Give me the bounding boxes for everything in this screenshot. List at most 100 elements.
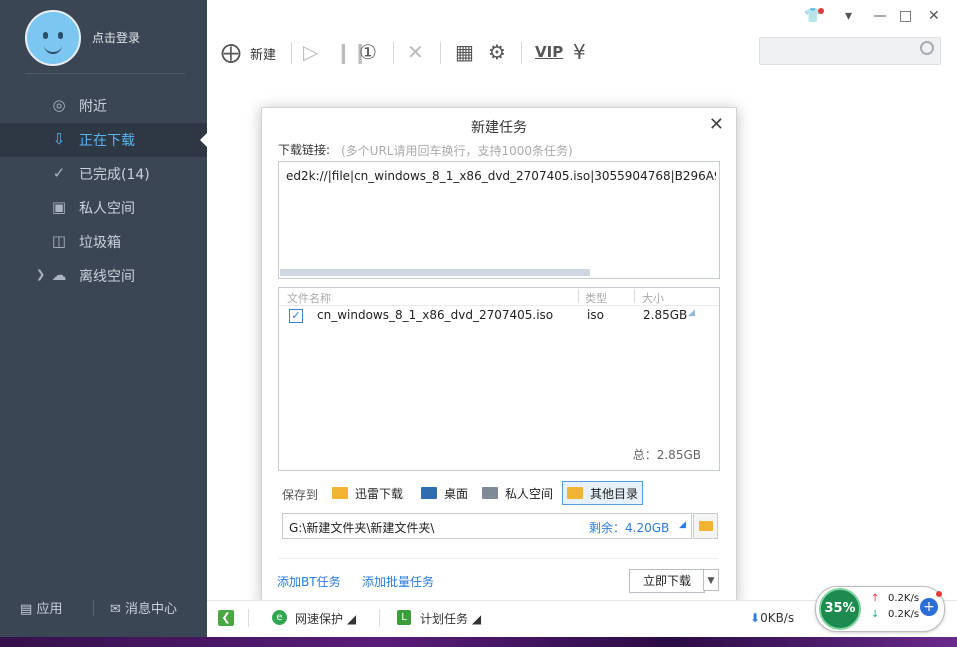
sidebar-item-label: 正在下载 <box>79 133 135 149</box>
sidebar-item-label: 私人空间 <box>79 201 135 217</box>
download-icon: ⇩ <box>52 130 66 148</box>
progress-ring: 35% <box>819 588 861 630</box>
column-header-size[interactable]: 大小 <box>642 290 664 306</box>
horizontal-scrollbar[interactable] <box>280 269 590 276</box>
sidebar-footer: ▤ 应用 ✉ 消息中心 <box>0 590 207 630</box>
column-divider <box>634 289 635 303</box>
status-divider <box>248 609 249 627</box>
add-icon[interactable]: + <box>920 598 938 616</box>
download-speed-value: 0KB/s <box>760 611 795 625</box>
destination-label: 桌面 <box>444 486 469 501</box>
destination-xunlei[interactable]: 迅雷下载 <box>328 481 407 505</box>
apps-icon: ▤ <box>20 602 33 617</box>
destination-label: 迅雷下载 <box>355 486 404 501</box>
add-batch-task-link[interactable]: 添加批量任务 <box>362 573 434 590</box>
toolbar-divider <box>521 42 522 64</box>
column-divider <box>578 289 579 303</box>
upload-speed: 0.2K/s <box>888 593 920 604</box>
new-task-icon[interactable]: ⨁ <box>221 40 241 64</box>
sidebar: 点击登录 ◎ 附近 ⇩ 正在下载 ✓ 已完成(14) ▣ 私人空间 ◫ 垃圾箱 <box>0 0 207 637</box>
desktop-icon <box>421 487 437 499</box>
header-divider <box>279 305 719 306</box>
toolbar: 👕 ▾ — □ ✕ ⨁ 新建 ▷ ❙❙ ① ✕ ▦ ⚙ VIP ¥ <box>207 0 957 75</box>
message-center-button[interactable]: ✉ 消息中心 <box>110 598 177 617</box>
collapse-arrow-icon[interactable]: ❮ <box>218 610 234 626</box>
speed-protection-button[interactable]: 网速保护 ◢ <box>295 610 356 627</box>
download-arrow-icon: ↓ <box>871 609 880 620</box>
plan-icon: L <box>397 610 411 625</box>
avatar[interactable] <box>25 10 81 66</box>
destination-other-directory[interactable]: 其他目录 <box>562 481 644 505</box>
folder-icon <box>567 487 583 499</box>
footer-divider <box>93 600 94 616</box>
avatar-eye-icon <box>43 32 48 39</box>
new-task-button[interactable]: 新建 <box>250 44 276 63</box>
sidebar-item-trash[interactable]: ◫ 垃圾箱 <box>0 225 207 259</box>
desktop-background <box>0 637 957 647</box>
free-space: 剩余：4.20GB <box>589 521 670 535</box>
vip-button[interactable]: VIP <box>535 40 563 64</box>
single-download-icon[interactable]: ① <box>359 40 377 64</box>
download-now-button[interactable]: 立即下载 <box>629 569 705 593</box>
download-speed-widget: 0.2K/s <box>888 609 920 620</box>
sidebar-item-label: 离线空间 <box>79 269 135 285</box>
notification-dot <box>936 591 942 597</box>
add-bt-task-link[interactable]: 添加BT任务 <box>277 573 341 590</box>
apps-label: 应用 <box>36 602 63 617</box>
apps-button[interactable]: ▤ 应用 <box>20 598 62 617</box>
sidebar-item-completed[interactable]: ✓ 已完成(14) <box>0 157 207 191</box>
speed-widget[interactable]: 35% ↑ 0.2K/s ↓ 0.2K/s + <box>815 586 945 632</box>
file-size: 2.85GB <box>643 308 688 322</box>
sidebar-nav: ◎ 附近 ⇩ 正在下载 ✓ 已完成(14) ▣ 私人空间 ◫ 垃圾箱 ❯ ☁ 离… <box>0 89 207 293</box>
speedup-coin-icon[interactable]: ¥ <box>573 40 586 64</box>
notification-dot <box>818 8 824 14</box>
toolbar-divider <box>393 42 394 64</box>
total-size: 总：2.85GB <box>632 448 701 462</box>
close-icon[interactable]: ✕ <box>928 8 940 24</box>
size-corner-icon: ◢ <box>688 308 695 318</box>
save-path-field[interactable]: G:\新建文件夹\新建文件夹\ 剩余：4.20GB ◢ <box>282 513 692 539</box>
settings-icon[interactable]: ⚙ <box>488 40 506 64</box>
sidebar-item-nearby[interactable]: ◎ 附近 <box>0 89 207 123</box>
folder-icon <box>332 487 348 499</box>
avatar-mouth-icon <box>44 44 62 54</box>
destination-private-space[interactable]: 私人空间 <box>478 481 557 505</box>
toolbar-divider <box>440 42 441 64</box>
column-header-name[interactable]: 文件名称 <box>287 290 331 306</box>
scheduled-task-button[interactable]: 计划任务 ◢ <box>420 610 481 627</box>
file-checkbox[interactable]: ✓ <box>289 309 303 323</box>
chevron-right-icon[interactable]: ❯ <box>36 268 45 281</box>
chevron-down-icon[interactable]: ▼ <box>703 569 719 591</box>
file-list: 文件名称 类型 大小 ✓ cn_windows_8_1_x86_dvd_2707… <box>278 287 720 471</box>
sidebar-item-label: 附近 <box>79 99 107 115</box>
search-icon[interactable] <box>920 41 934 55</box>
column-header-type[interactable]: 类型 <box>585 290 607 306</box>
destination-desktop[interactable]: 桌面 <box>417 481 472 505</box>
location-icon: ◎ <box>52 96 66 114</box>
sidebar-item-downloading[interactable]: ⇩ 正在下载 <box>0 123 207 157</box>
close-icon[interactable]: ✕ <box>709 114 724 135</box>
trash-icon: ◫ <box>51 232 67 250</box>
message-center-label: 消息中心 <box>125 602 178 617</box>
login-link[interactable]: 点击登录 <box>92 29 140 46</box>
upload-arrow-icon: ↑ <box>871 593 880 604</box>
grid-view-icon[interactable]: ▦ <box>455 40 474 64</box>
url-text[interactable]: ed2k://|file|cn_windows_8_1_x86_dvd_2707… <box>286 169 716 183</box>
new-task-dialog: 新建任务 ✕ 下载链接: (多个URL请用回车换行，支持1000条任务) ed2… <box>261 107 737 603</box>
maximize-icon[interactable]: □ <box>899 8 912 24</box>
url-textarea[interactable]: ed2k://|file|cn_windows_8_1_x86_dvd_2707… <box>278 161 720 279</box>
menu-icon[interactable]: ▾ <box>845 8 852 24</box>
dropdown-icon[interactable]: ◢ <box>679 520 686 530</box>
delete-icon[interactable]: ✕ <box>407 40 424 64</box>
file-name: cn_windows_8_1_x86_dvd_2707405.iso <box>317 308 554 322</box>
search-input[interactable] <box>759 37 941 65</box>
sidebar-item-offline-space[interactable]: ❯ ☁ 离线空间 <box>0 259 207 293</box>
browse-folder-button[interactable] <box>693 513 718 539</box>
save-to-label: 保存到 <box>282 488 319 502</box>
start-icon[interactable]: ▷ <box>303 40 318 64</box>
download-speed: ⬇0KB/s <box>750 611 794 625</box>
minimize-icon[interactable]: — <box>873 8 887 24</box>
save-path-text[interactable]: G:\新建文件夹\新建文件夹\ <box>289 519 434 536</box>
folder-icon <box>699 521 713 531</box>
sidebar-item-private-space[interactable]: ▣ 私人空间 <box>0 191 207 225</box>
